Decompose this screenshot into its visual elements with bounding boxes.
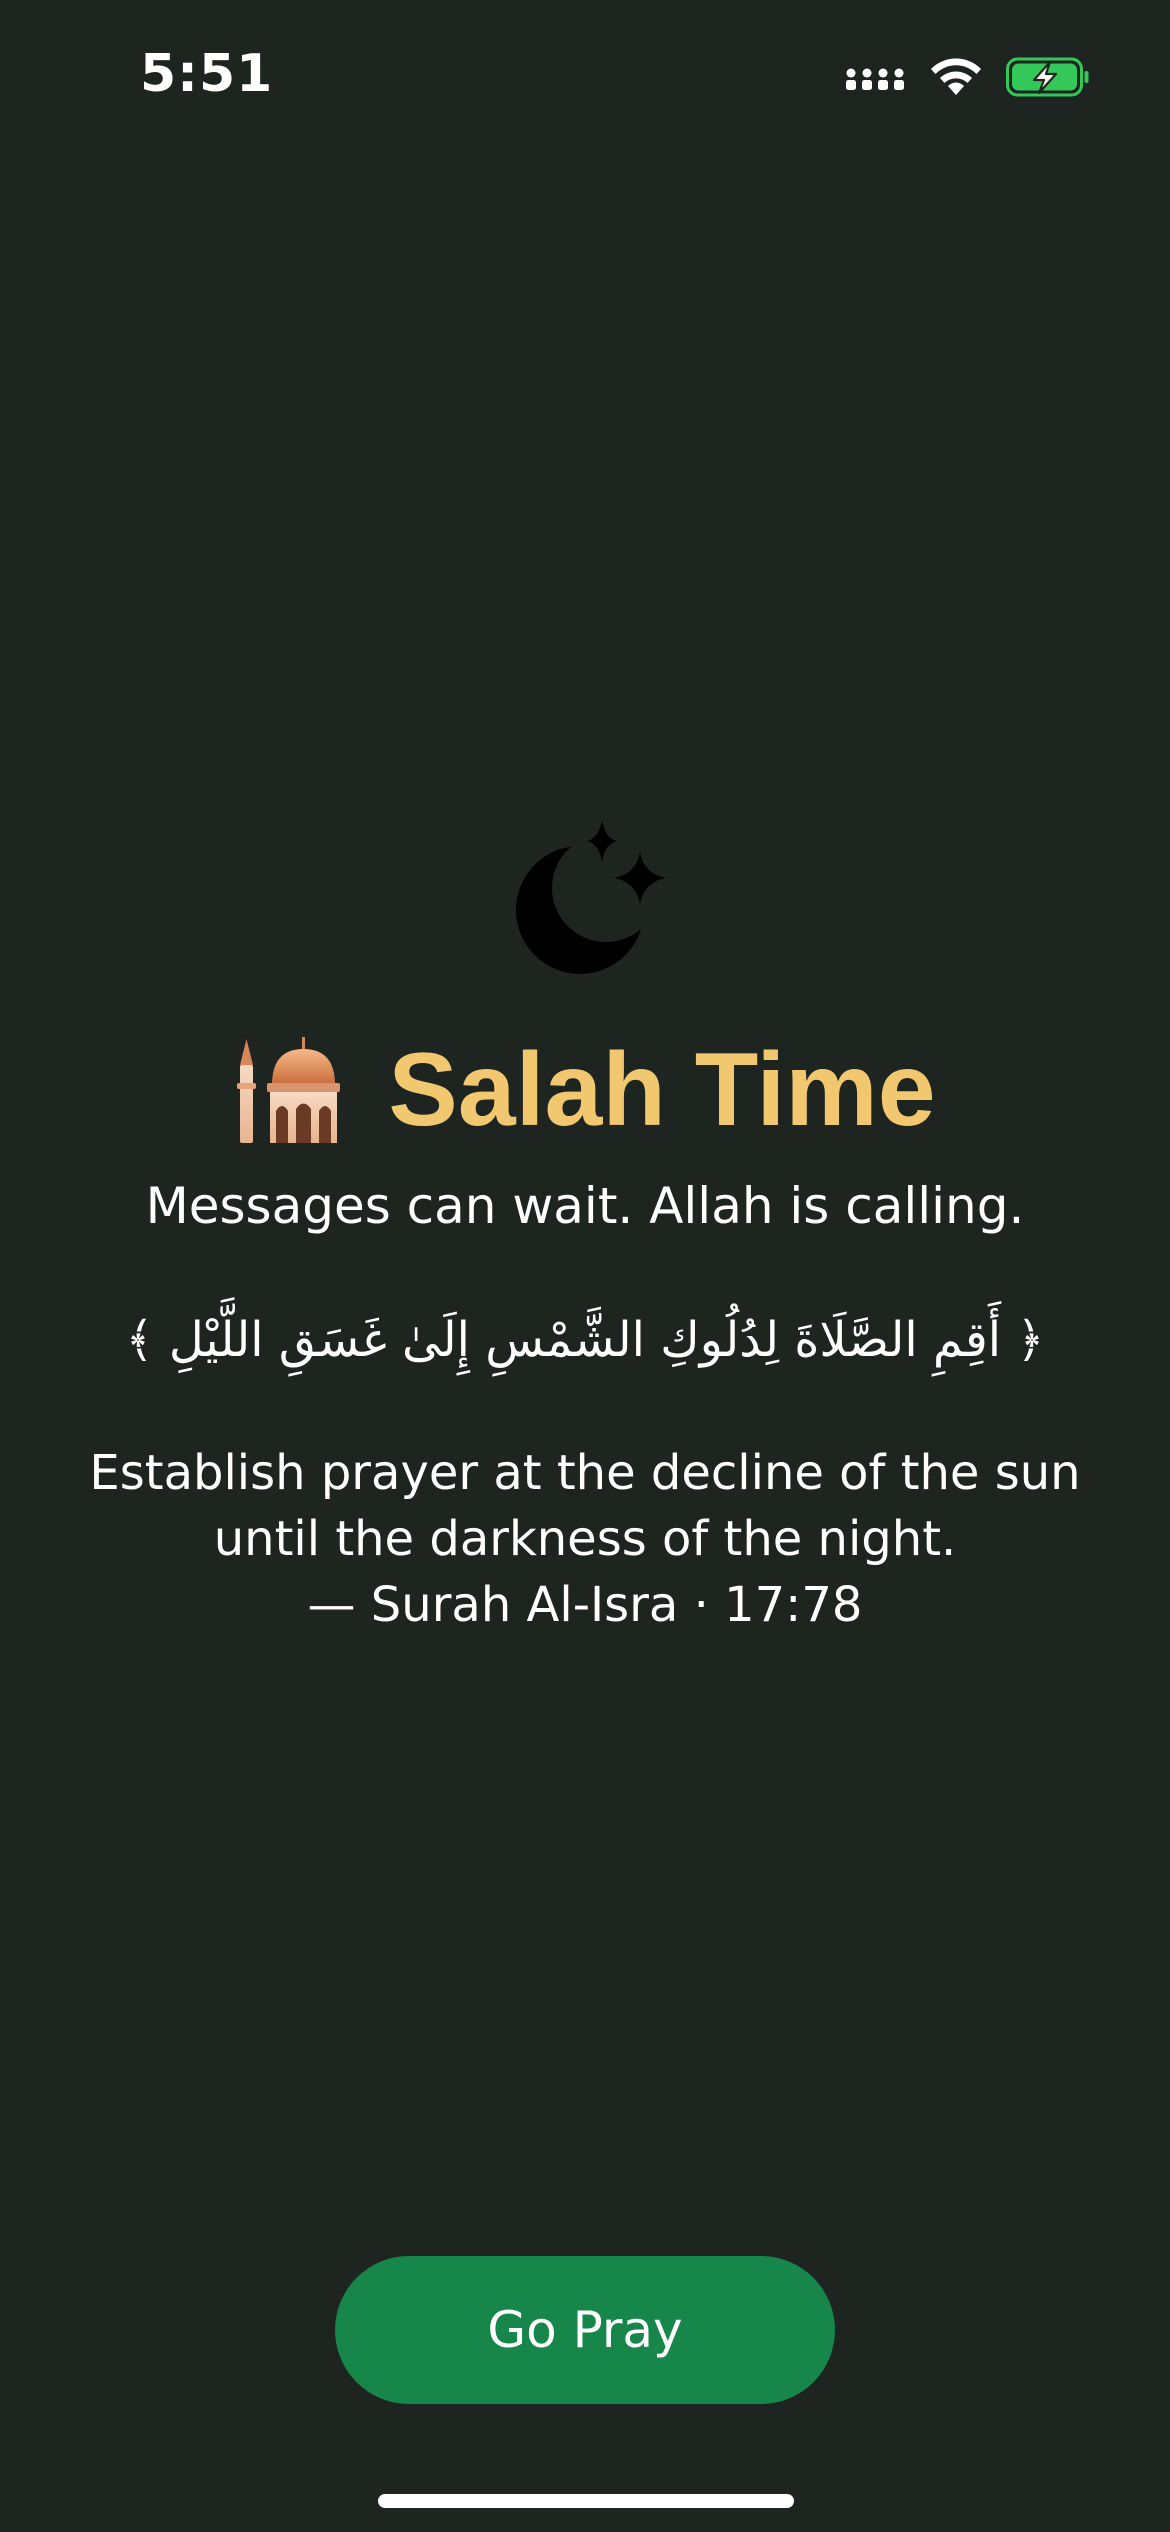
mosque-icon (237, 1037, 341, 1143)
home-indicator[interactable] (378, 2494, 794, 2508)
go-pray-button[interactable]: Go Pray (335, 2256, 835, 2404)
wifi-icon (931, 58, 981, 95)
status-icons (844, 56, 1090, 98)
battery-charging-icon (1006, 57, 1089, 97)
verse-reference: — Surah Al-Isra · 17:78 (307, 1577, 863, 1633)
app-title: Salah Time (388, 1032, 936, 1148)
status-bar: 5:51 (0, 0, 1170, 150)
verse-translation: Establish prayer at the decline of the s… (0, 1440, 1170, 1638)
translation-line-1: Establish prayer at the decline of the s… (89, 1445, 1081, 1501)
status-time: 5:51 (140, 44, 274, 104)
crescent-moon-stars-icon (516, 820, 666, 974)
translation-line-2: until the darkness of the night. (213, 1511, 957, 1567)
arabic-verse: ﴿ أَقِمِ الصَّلَاةَ لِدُلُوكِ الشَّمْسِ … (125, 1312, 1045, 1368)
cellular-signal-icon (846, 68, 904, 90)
tagline: Messages can wait. Allah is calling. (145, 1177, 1025, 1235)
title-row: Salah Time (0, 1030, 1170, 1150)
